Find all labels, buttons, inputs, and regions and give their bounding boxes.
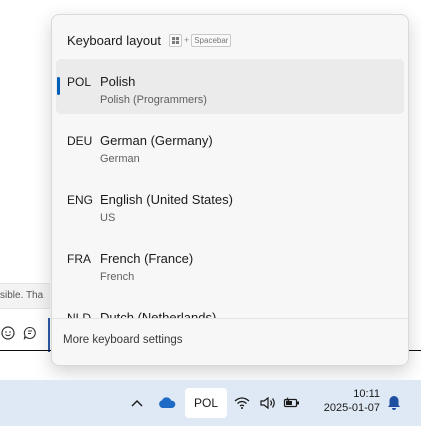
clock-date: 2025-01-07: [323, 402, 380, 414]
language-item-eng[interactable]: ENG English (United States) US: [56, 177, 404, 232]
wifi-icon[interactable]: [233, 393, 251, 413]
layout-name: Polish (Programmers): [100, 94, 207, 106]
shortcut-plus: +: [183, 35, 190, 45]
flyout-divider: [52, 318, 408, 319]
input-language-indicator[interactable]: POL: [185, 388, 227, 418]
language-code: DEU: [67, 134, 93, 148]
spacebar-key: Spacebar: [191, 33, 232, 47]
battery-charging-icon[interactable]: [282, 393, 302, 413]
flyout-header: Keyboard layout + Spacebar: [67, 29, 232, 51]
taskbar-clock[interactable]: 10:11 2025-01-07: [310, 388, 380, 414]
language-code: FRA: [67, 252, 91, 266]
selection-indicator: [57, 77, 60, 95]
language-name: Polish: [100, 74, 136, 89]
layout-name: French: [100, 271, 135, 283]
language-name: German (Germany): [100, 133, 213, 148]
language-name: French (France): [100, 251, 194, 266]
background-toolbar: [0, 319, 50, 347]
volume-icon[interactable]: [258, 393, 278, 413]
more-keyboard-settings-link[interactable]: More keyboard settings: [63, 334, 183, 346]
clock-time: 10:11: [353, 388, 380, 400]
onedrive-cloud-icon[interactable]: [156, 393, 178, 413]
language-code: ENG: [67, 193, 94, 207]
notification-bell-icon[interactable]: [384, 393, 404, 413]
show-hidden-icons-chevron-icon[interactable]: [128, 393, 146, 413]
windows-key-icon: [168, 33, 182, 47]
background-text-strip: sible. Tha: [0, 283, 50, 309]
background-accent-bar: [48, 318, 50, 352]
taskbar: POL 10:11 2025-01-07: [0, 380, 421, 426]
language-item-deu[interactable]: DEU German (Germany) German: [56, 118, 404, 173]
language-code: POL: [67, 75, 92, 89]
language-name: English (United States): [100, 192, 233, 207]
layout-name: US: [100, 212, 116, 224]
chat-icon[interactable]: [22, 325, 38, 341]
language-item-pol[interactable]: POL Polish Polish (Programmers): [56, 59, 404, 114]
layout-name: German: [100, 153, 140, 165]
shortcut-hint: + Spacebar: [168, 33, 232, 47]
keyboard-layout-flyout: Keyboard layout + Spacebar POL Polish Po…: [51, 14, 409, 366]
emoji-icon[interactable]: [0, 325, 16, 341]
flyout-title: Keyboard layout: [67, 32, 161, 48]
language-item-nld[interactable]: NLD Dutch (Netherlands): [56, 295, 404, 319]
language-list: POL Polish Polish (Programmers) DEU Germ…: [52, 59, 408, 319]
language-item-fra[interactable]: FRA French (France) French: [56, 236, 404, 291]
